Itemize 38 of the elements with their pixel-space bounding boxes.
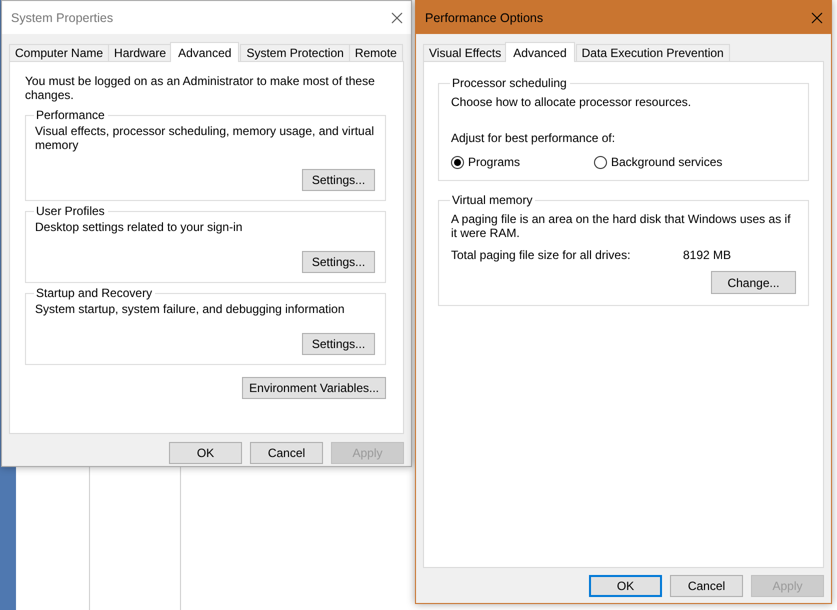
tab[interactable]: Visual Effects: [423, 44, 508, 61]
dialog-button[interactable]: OK: [169, 442, 242, 464]
tab[interactable]: Remote: [348, 44, 403, 61]
radio-circle[interactable]: [594, 156, 607, 168]
window-title: Performance Options: [425, 10, 544, 24]
total-value: 8192 MB: [683, 248, 732, 262]
dialog-button[interactable]: Cancel: [250, 442, 323, 464]
tab[interactable]: System Protection: [240, 44, 350, 61]
group-title: Performance: [35, 108, 106, 122]
settings-button[interactable]: Settings...: [302, 169, 375, 191]
group-description: Desktop settings related to your sign-in: [35, 220, 244, 234]
window-title: System Properties: [11, 10, 114, 24]
group-description: System startup, system failure, and debugging information: [35, 302, 346, 316]
group-description: Visual effects, processor scheduling, memory usage, and virtual memory: [35, 124, 376, 152]
dialog-button[interactable]: Cancel: [670, 575, 743, 597]
environment-button[interactable]: Environment Variables...: [242, 377, 386, 399]
close-icon[interactable]: [391, 12, 403, 24]
radio-option[interactable]: Background services: [594, 155, 737, 169]
dialog-button[interactable]: OK: [589, 575, 662, 597]
tab[interactable]: Advanced: [505, 42, 575, 62]
group-description: Choose how to allocate processor resources.: [451, 95, 692, 109]
settings-button[interactable]: Settings...: [302, 251, 375, 273]
radio-circle[interactable]: [451, 156, 464, 168]
tab[interactable]: Computer Name: [9, 44, 110, 61]
prompt-text: Adjust for best performance of:: [451, 131, 616, 145]
group-title: Virtual memory: [451, 193, 534, 207]
settings-button[interactable]: Settings...: [302, 333, 375, 355]
total-label: Total paging file size for all drives:: [451, 248, 632, 262]
group-title: User Profiles: [35, 204, 106, 218]
radio-option[interactable]: Programs: [451, 155, 594, 169]
group-title: Startup and Recovery: [35, 286, 154, 300]
change-button[interactable]: Change...: [711, 271, 796, 294]
close-icon[interactable]: [811, 12, 823, 24]
group-title: Processor scheduling: [451, 76, 568, 90]
tab[interactable]: Data Execution Prevention: [576, 44, 730, 61]
notice-text: You must be logged on as an Administrator to make most of these changes.: [25, 74, 376, 102]
tab[interactable]: Advanced: [170, 42, 240, 62]
group-description: A paging file is an area on the hard disk that Windows uses as if it were RAM.: [451, 212, 792, 240]
